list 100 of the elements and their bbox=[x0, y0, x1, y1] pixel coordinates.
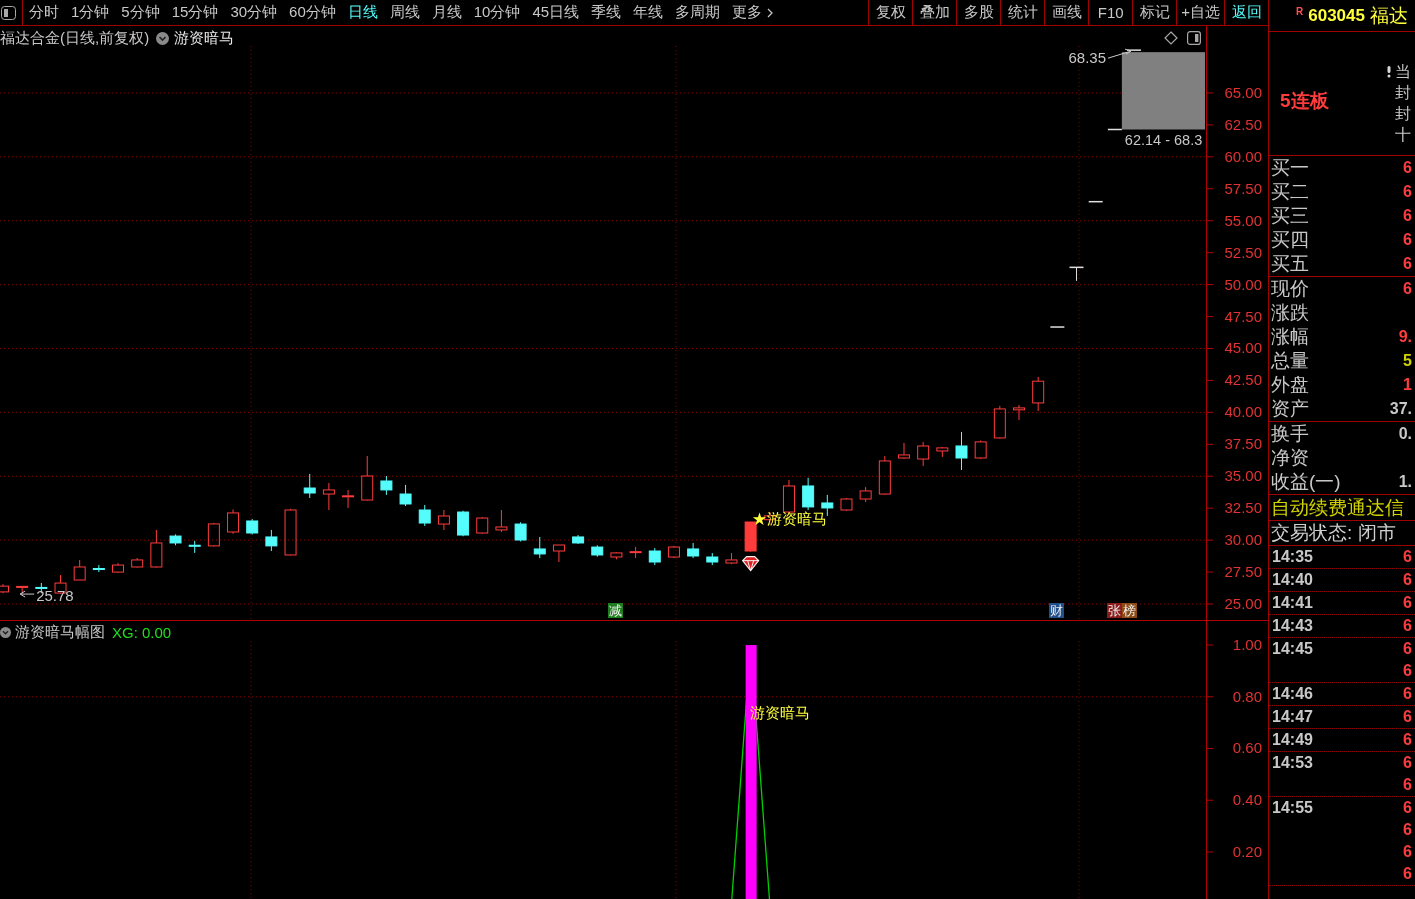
chevron-circle-icon[interactable] bbox=[156, 31, 170, 45]
field-value: 6 bbox=[1403, 207, 1412, 225]
period-tab[interactable]: 10分钟 bbox=[467, 0, 527, 25]
axis-label: 47.50 bbox=[1224, 307, 1262, 325]
period-tab[interactable]: 周线 bbox=[383, 0, 426, 25]
field-label: 涨跌 bbox=[1271, 301, 1309, 325]
tick-price: 6 bbox=[1403, 843, 1412, 861]
axis-label: 57.50 bbox=[1224, 179, 1262, 197]
chevron-right-icon bbox=[767, 7, 774, 18]
tick-price: 6 bbox=[1403, 662, 1412, 680]
period-tab[interactable]: 日线 bbox=[341, 0, 384, 25]
period-tab[interactable]: 15分钟 bbox=[165, 0, 225, 25]
tick-time: 14:45 bbox=[1272, 640, 1313, 658]
tick-time: 14:40 bbox=[1272, 571, 1313, 589]
field-label: 买三 bbox=[1271, 204, 1309, 228]
axis-label: 35.00 bbox=[1224, 467, 1262, 485]
toolbar-button[interactable]: 叠加 bbox=[912, 0, 957, 25]
notice-text: 自动续费通达信 bbox=[1269, 495, 1415, 521]
tick-time: 14:46 bbox=[1272, 685, 1313, 703]
axis-label: 62.50 bbox=[1224, 115, 1262, 133]
tick-time: 14:41 bbox=[1272, 594, 1313, 612]
field-label: 买二 bbox=[1271, 180, 1309, 204]
tick-time: 14:55 bbox=[1272, 799, 1313, 817]
field-label: 总量 bbox=[1271, 349, 1309, 373]
info-text: 封 bbox=[1395, 104, 1411, 124]
axis-label: 0.60 bbox=[1232, 739, 1262, 757]
field-label: 外盘 bbox=[1271, 373, 1309, 397]
axis-label: 37.50 bbox=[1224, 435, 1262, 453]
toolbar-button[interactable]: +自选 bbox=[1176, 0, 1224, 25]
field-value: 6 bbox=[1403, 255, 1412, 273]
period-tab[interactable]: 45日线 bbox=[526, 0, 586, 25]
panel-toggle-icon[interactable] bbox=[1, 5, 16, 20]
period-tab[interactable]: 月线 bbox=[425, 0, 468, 25]
tick-price: 6 bbox=[1403, 685, 1412, 703]
tick-time: 14:49 bbox=[1272, 731, 1313, 749]
tick-time: 14:43 bbox=[1272, 617, 1313, 635]
tick-price: 6 bbox=[1403, 640, 1412, 658]
info-text: 当 bbox=[1395, 62, 1411, 82]
event-tag: 财 bbox=[1049, 603, 1065, 618]
chevron-circle-icon[interactable] bbox=[0, 625, 11, 639]
tick-price: 6 bbox=[1403, 708, 1412, 726]
period-tab[interactable]: 1分钟 bbox=[65, 0, 116, 25]
tick-time: 14:35 bbox=[1272, 548, 1313, 566]
tick-price: 6 bbox=[1403, 571, 1412, 589]
tick-price: 6 bbox=[1403, 617, 1412, 635]
tick-price: 6 bbox=[1403, 776, 1412, 794]
field-label: 收益(一) bbox=[1271, 470, 1341, 494]
field-label: 买五 bbox=[1271, 252, 1309, 276]
axis-label: 65.00 bbox=[1224, 83, 1262, 101]
streak-label: 5连板 bbox=[1280, 89, 1329, 113]
more-button[interactable]: 更多 bbox=[726, 0, 780, 25]
field-label: 买四 bbox=[1271, 228, 1309, 252]
period-tab[interactable]: 30分钟 bbox=[224, 0, 284, 25]
diamond-icon[interactable] bbox=[1164, 31, 1178, 45]
field-value: 6 bbox=[1403, 231, 1412, 249]
range-label: 62.14 - 68.3 bbox=[1124, 132, 1203, 149]
field-label: 涨幅 bbox=[1271, 325, 1309, 349]
stock-name: 福达 bbox=[1369, 3, 1408, 28]
tick-price: 6 bbox=[1403, 865, 1412, 883]
info-text: 十 bbox=[1395, 125, 1411, 145]
field-value: 6 bbox=[1403, 159, 1412, 177]
field-label: 买一 bbox=[1271, 156, 1309, 180]
axis-label: 40.00 bbox=[1224, 403, 1262, 421]
period-tab[interactable]: 分时 bbox=[23, 0, 65, 25]
toolbar-button[interactable]: 返回 bbox=[1224, 0, 1268, 25]
toolbar-button[interactable]: 画线 bbox=[1044, 0, 1089, 25]
tick-price: 6 bbox=[1403, 548, 1412, 566]
tick-price: 6 bbox=[1403, 754, 1412, 772]
field-label: 现价 bbox=[1271, 277, 1309, 301]
field-label: 资产 bbox=[1271, 397, 1309, 421]
indicator-reading: XG: 0.00 bbox=[112, 623, 172, 641]
tick-price: 6 bbox=[1403, 731, 1412, 749]
info-text: 封 bbox=[1395, 83, 1411, 103]
field-label: 换手 bbox=[1271, 422, 1309, 446]
toolbar-button[interactable]: 标记 bbox=[1132, 0, 1177, 25]
tick-time: 14:53 bbox=[1272, 754, 1313, 772]
axis-label: 50.00 bbox=[1224, 275, 1262, 293]
period-tab[interactable]: 5分钟 bbox=[115, 0, 166, 25]
tick-price: 6 bbox=[1403, 594, 1412, 612]
field-value: 9. bbox=[1398, 328, 1412, 346]
period-tab[interactable]: 季线 bbox=[585, 0, 628, 25]
event-tag: 张 bbox=[1106, 603, 1122, 618]
axis-label: 32.50 bbox=[1224, 499, 1262, 517]
axis-label: 25.00 bbox=[1224, 595, 1262, 613]
indicator-name: 游资暗马 bbox=[174, 28, 235, 48]
market-letter: R bbox=[1296, 6, 1304, 17]
period-tab[interactable]: 60分钟 bbox=[283, 0, 342, 25]
toolbar-button[interactable]: 统计 bbox=[1000, 0, 1045, 25]
toolbar-button[interactable]: F10 bbox=[1088, 0, 1133, 25]
toolbar-button[interactable]: 复权 bbox=[868, 0, 913, 25]
tick-price: 6 bbox=[1403, 799, 1412, 817]
field-value: 37. bbox=[1389, 400, 1412, 418]
axis-label: 60.00 bbox=[1224, 147, 1262, 165]
chart-title: 游资暗马幅图 bbox=[15, 622, 105, 642]
period-tab[interactable]: 多周期 bbox=[669, 0, 727, 25]
axis-label: 30.00 bbox=[1224, 531, 1262, 549]
toolbar-button[interactable]: 多股 bbox=[956, 0, 1001, 25]
half-filled-square-icon[interactable] bbox=[1187, 31, 1201, 45]
field-value: 1 bbox=[1403, 376, 1412, 394]
period-tab[interactable]: 年线 bbox=[627, 0, 670, 25]
